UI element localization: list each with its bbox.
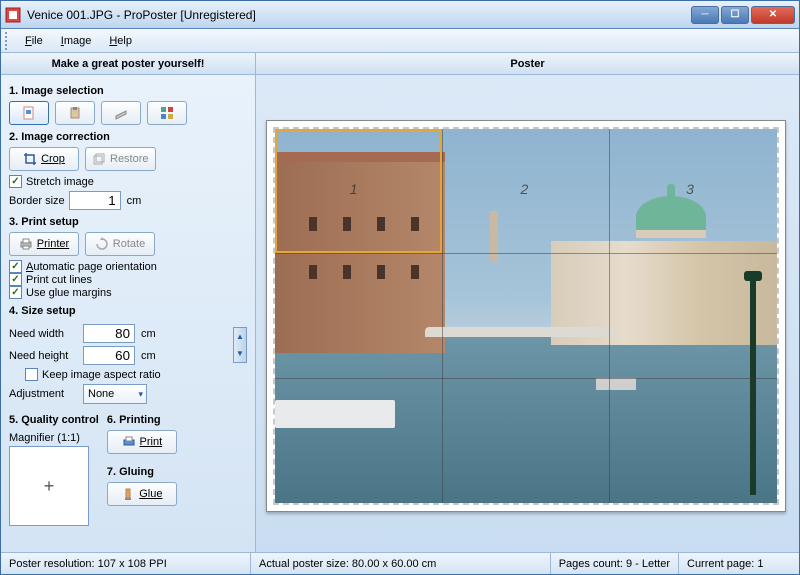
scanner-icon <box>114 106 128 120</box>
windows-icon <box>160 106 174 120</box>
need-height-unit: cm <box>141 350 156 362</box>
need-width-input[interactable] <box>83 324 135 343</box>
restore-icon <box>92 152 106 166</box>
menu-help[interactable]: Help <box>101 32 140 50</box>
menu-image[interactable]: Image <box>53 32 100 50</box>
poster-frame[interactable]: 1 2 3 <box>266 120 786 512</box>
clipboard-icon <box>68 106 82 120</box>
need-width-unit: cm <box>141 328 156 340</box>
app-window: Venice 001.JPG - ProPoster [Unregistered… <box>0 0 800 575</box>
menubar: File Image Help <box>1 29 799 53</box>
glue-margins-checkbox[interactable]: Use glue margins <box>9 286 247 299</box>
minimize-button[interactable]: ─ <box>691 6 719 24</box>
magnifier-label: Magnifier (1:1) <box>9 432 99 444</box>
keep-aspect-checkbox[interactable]: Keep image aspect ratio <box>25 368 247 381</box>
restore-button[interactable]: Restore <box>85 147 156 171</box>
status-resolution: Poster resolution: 107 x 108 PPI <box>1 553 251 574</box>
page-number-2: 2 <box>520 181 528 197</box>
need-height-label: Need height <box>9 350 79 362</box>
print-icon <box>122 435 136 449</box>
menu-grip <box>5 32 11 50</box>
window-title: Venice 001.JPG - ProPoster [Unregistered… <box>27 8 691 22</box>
need-height-input[interactable] <box>83 346 135 365</box>
poster-preview-area: 1 2 3 <box>256 75 799 552</box>
section-size-setup: 4. Size setup <box>9 305 247 317</box>
border-size-label: Border size <box>9 195 65 207</box>
maximize-button[interactable]: ☐ <box>721 6 749 24</box>
adjustment-combo[interactable]: None <box>83 384 147 404</box>
scanner-button[interactable] <box>101 101 141 125</box>
poster-grid: 1 2 3 <box>275 129 777 503</box>
border-unit: cm <box>127 195 142 207</box>
file-icon <box>22 106 36 120</box>
section-gluing: 7. Gluing <box>107 466 177 478</box>
magnifier-preview[interactable]: + <box>9 446 89 526</box>
size-spinner[interactable]: ▲▼ <box>233 327 247 363</box>
content-area: 1. Image selection 2. Image correction C… <box>1 75 799 552</box>
section-quality-control: 5. Quality control <box>9 414 99 426</box>
titlebar: Venice 001.JPG - ProPoster [Unregistered… <box>1 1 799 29</box>
checkbox-icon <box>9 260 22 273</box>
print-button[interactable]: Print <box>107 430 177 454</box>
crop-icon <box>23 152 37 166</box>
slideshow-button[interactable] <box>147 101 187 125</box>
restore-label: Restore <box>110 153 149 165</box>
page-number-3: 3 <box>686 181 694 197</box>
close-button[interactable]: ✕ <box>751 6 795 24</box>
print-label: Print <box>140 436 163 448</box>
border-size-input[interactable] <box>69 191 121 210</box>
open-file-button[interactable] <box>9 101 49 125</box>
crop-button[interactable]: Crop <box>9 147 79 171</box>
statusbar: Poster resolution: 107 x 108 PPI Actual … <box>1 552 799 574</box>
spin-up-icon[interactable]: ▲ <box>234 328 246 345</box>
printer-label: Printer <box>37 238 69 250</box>
checkbox-icon <box>25 368 38 381</box>
toolstrip: Make a great poster yourself! Poster <box>1 53 799 75</box>
poster-canvas: 1 2 3 <box>273 127 779 505</box>
section-image-selection: 1. Image selection <box>9 85 247 97</box>
poster-panel-label: Poster <box>256 53 799 74</box>
spin-down-icon[interactable]: ▼ <box>234 345 246 362</box>
checkbox-icon <box>9 286 22 299</box>
status-current-page: Current page: 1 <box>679 553 799 574</box>
rotate-icon <box>95 237 109 251</box>
selected-page-highlight[interactable] <box>275 129 442 254</box>
glue-button[interactable]: Glue <box>107 482 177 506</box>
auto-orientation-checkbox[interactable]: Automatic page orientation <box>9 260 247 273</box>
app-icon <box>5 7 21 23</box>
section-image-correction: 2. Image correction <box>9 131 247 143</box>
adjustment-label: Adjustment <box>9 388 79 400</box>
paste-button[interactable] <box>55 101 95 125</box>
glue-icon <box>121 487 135 501</box>
glue-label: Glue <box>139 488 162 500</box>
section-printing: 6. Printing <box>107 414 177 426</box>
sidebar: 1. Image selection 2. Image correction C… <box>1 75 256 552</box>
printer-button[interactable]: Printer <box>9 232 79 256</box>
menu-file[interactable]: File <box>17 32 51 50</box>
crop-label: Crop <box>41 153 65 165</box>
cut-lines-checkbox[interactable]: Print cut lines <box>9 273 247 286</box>
rotate-label: Rotate <box>113 238 145 250</box>
promo-label: Make a great poster yourself! <box>1 53 256 74</box>
rotate-button[interactable]: Rotate <box>85 232 155 256</box>
checkbox-icon <box>9 175 22 188</box>
stretch-checkbox[interactable]: Stretch image <box>9 175 247 188</box>
section-print-setup: 3. Print setup <box>9 216 247 228</box>
status-actual-size: Actual poster size: 80.00 x 60.00 cm <box>251 553 551 574</box>
printer-icon <box>19 237 33 251</box>
need-width-label: Need width <box>9 328 79 340</box>
status-pages-count: Pages count: 9 - Letter <box>551 553 679 574</box>
checkbox-icon <box>9 273 22 286</box>
window-buttons: ─ ☐ ✕ <box>691 6 795 24</box>
